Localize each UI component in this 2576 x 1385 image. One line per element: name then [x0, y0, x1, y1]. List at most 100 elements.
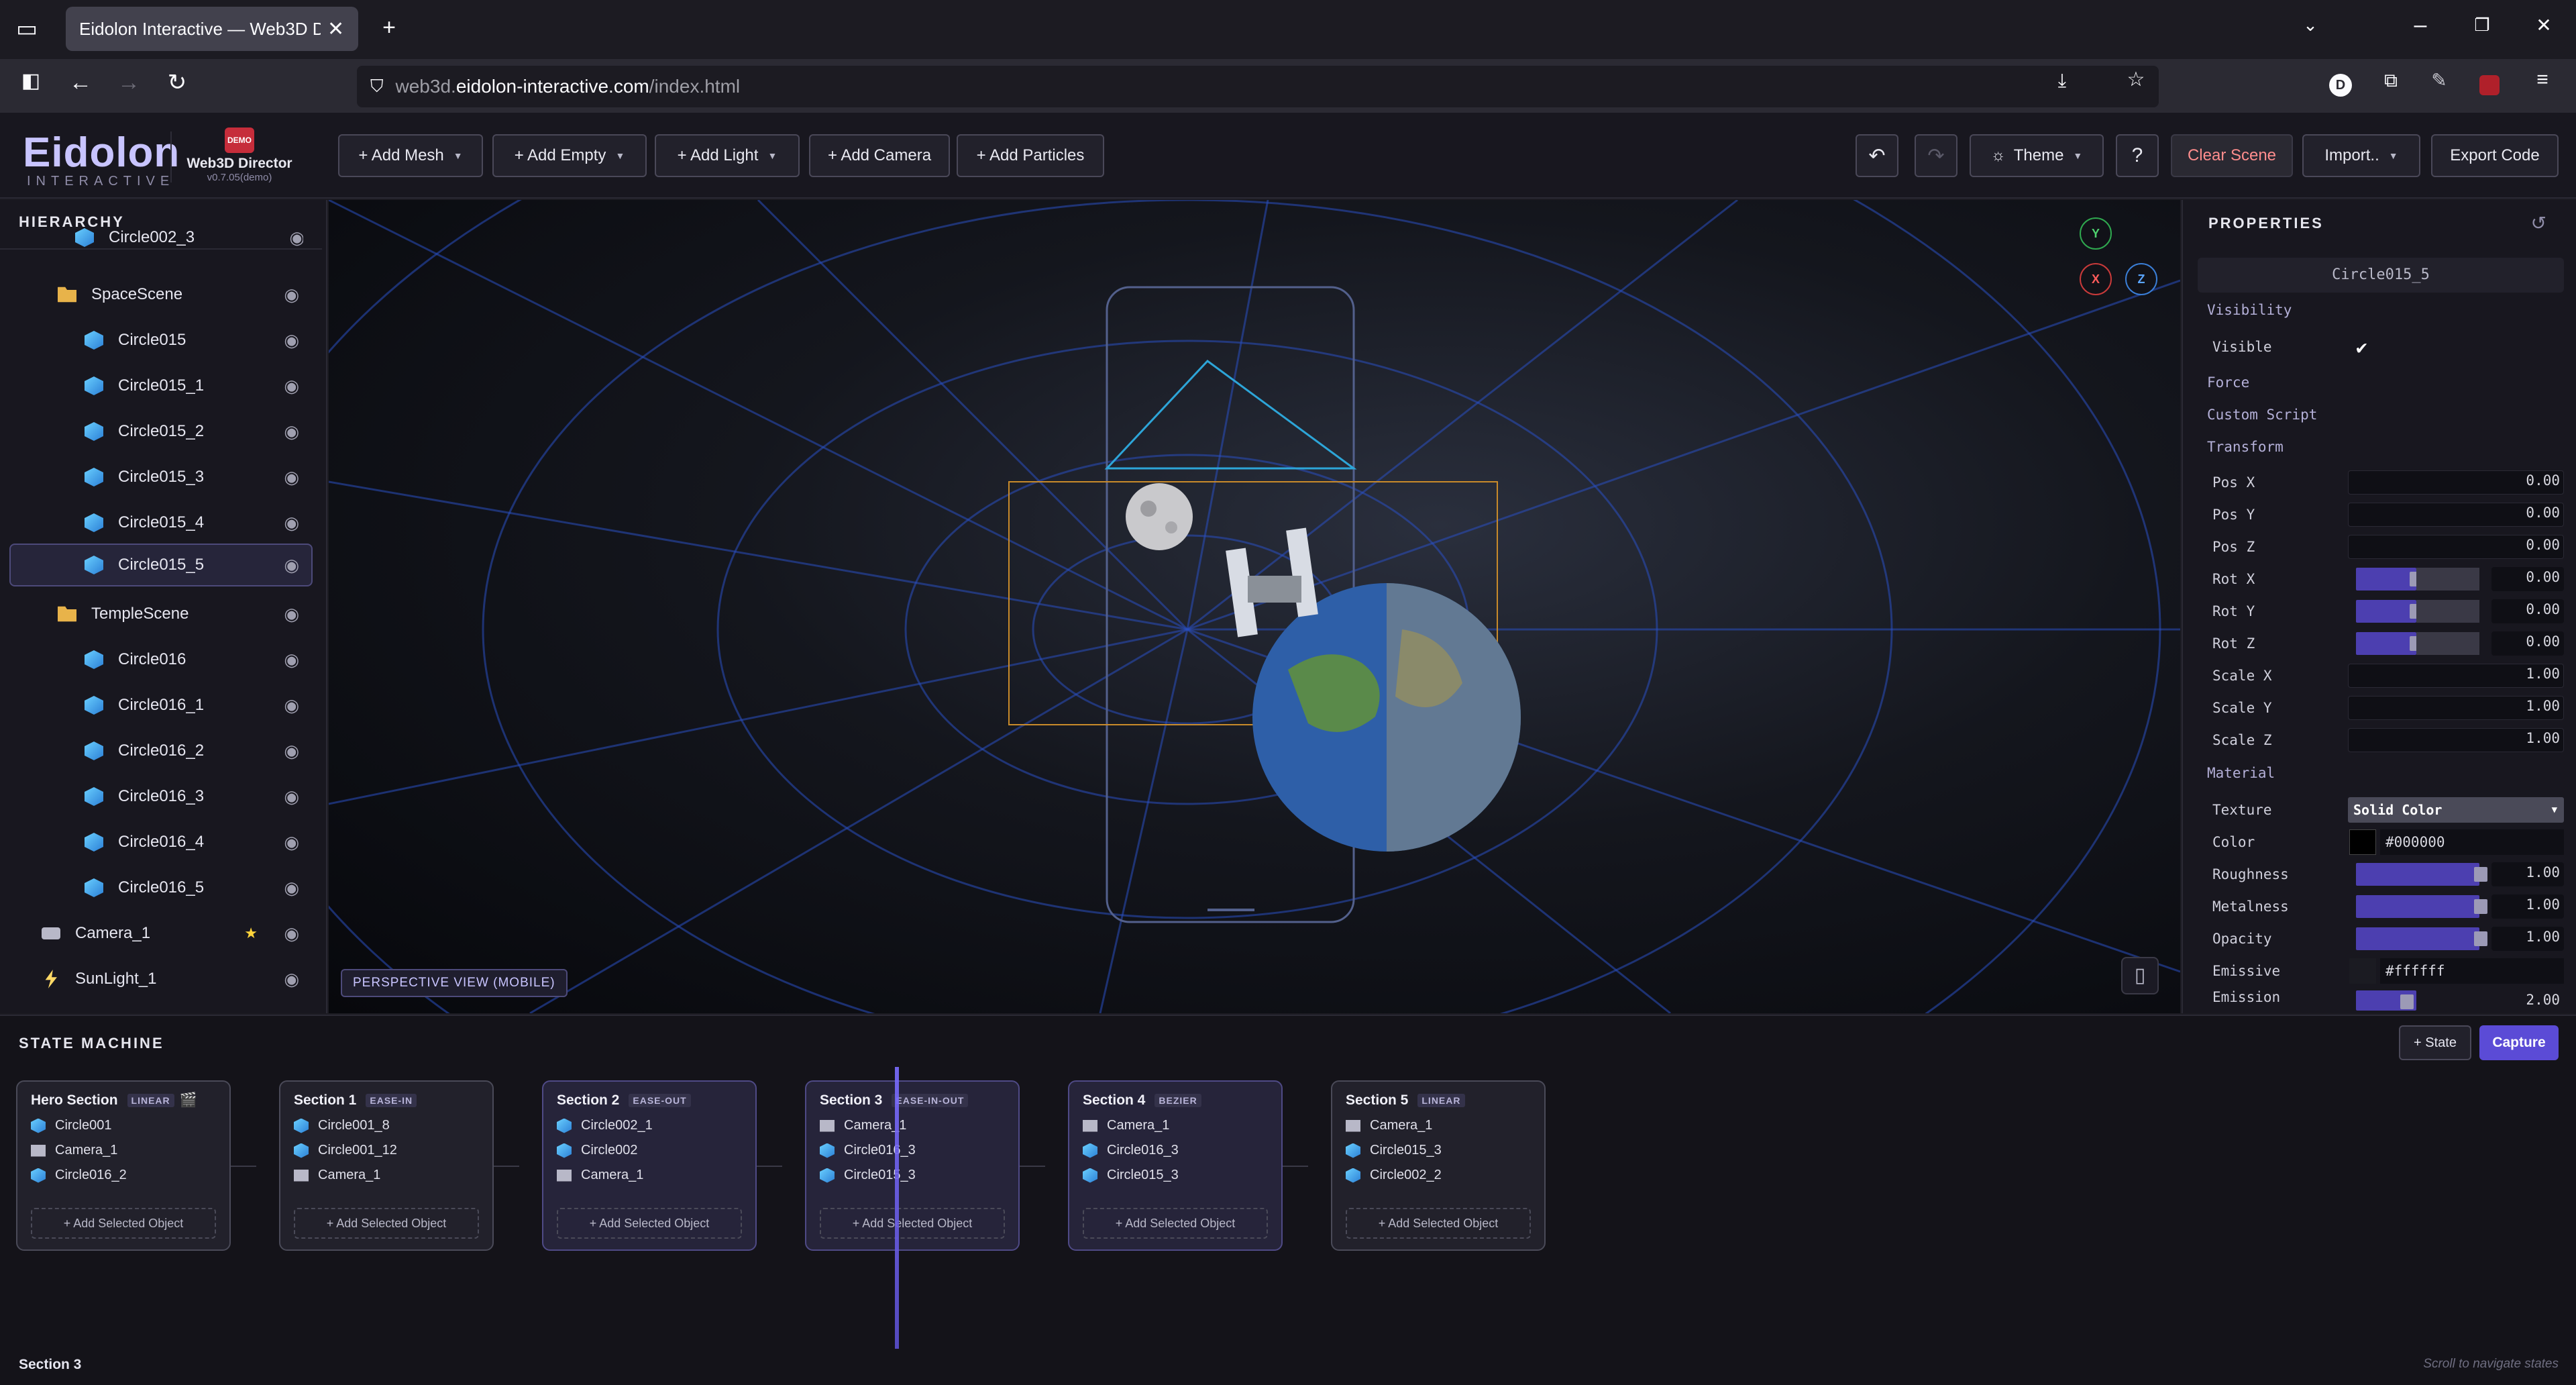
menu-icon[interactable]: ≡ — [2526, 70, 2559, 90]
eye-icon[interactable]: ◉ — [284, 741, 299, 762]
add-selected-object-button[interactable]: + Add Selected Object — [31, 1208, 216, 1239]
visible-checkbox[interactable]: ✔ — [2356, 336, 2367, 358]
import-button[interactable]: Import.. ▼ — [2302, 134, 2420, 177]
state-card-hero-section[interactable]: Hero Section LINEAR 🎬 Circle001 Camera_1 C… — [16, 1080, 231, 1251]
mobile-view-toggle[interactable]: ▯ — [2121, 957, 2159, 994]
hierarchy-item[interactable]: Circle002_3 ◉ — [75, 228, 303, 247]
color-hex-input[interactable]: #000000 — [2380, 829, 2564, 855]
add-light-button[interactable]: + Add Light ▼ — [655, 134, 800, 177]
force-section[interactable]: Force — [2207, 374, 2249, 391]
back-icon[interactable]: ← — [64, 71, 97, 94]
rot-x-slider-track[interactable] — [2416, 568, 2479, 591]
add-selected-object-button[interactable]: + Add Selected Object — [294, 1208, 479, 1239]
hierarchy-item[interactable]: Camera_1 ★ ◉ — [42, 914, 311, 953]
eye-icon[interactable]: ◉ — [284, 330, 299, 351]
hierarchy-item[interactable]: Circle015_2 ◉ — [85, 412, 311, 451]
state-card-section-1[interactable]: Section 1 EASE-IN Circle001_8 Circle001_1… — [279, 1080, 494, 1251]
forward-icon[interactable]: → — [113, 71, 145, 94]
eye-icon[interactable]: ◉ — [289, 228, 303, 247]
hierarchy-item[interactable]: Circle016_3 ◉ — [85, 777, 311, 816]
rot-x-slider[interactable] — [2356, 568, 2423, 591]
eye-icon[interactable]: ◉ — [284, 421, 299, 442]
eye-icon[interactable]: ◉ — [284, 832, 299, 853]
eye-icon[interactable]: ◉ — [284, 923, 299, 944]
eye-icon[interactable]: ◉ — [284, 467, 299, 488]
eye-icon[interactable]: ◉ — [284, 786, 299, 807]
hierarchy-item[interactable]: Circle016_5 ◉ — [85, 868, 311, 907]
redo-button[interactable]: ↷ — [1915, 134, 1957, 177]
state-card-section-2[interactable]: Section 2 EASE-OUT Circle002_1 Circle002 … — [542, 1080, 757, 1251]
help-button[interactable]: ? — [2116, 134, 2159, 177]
rot-z-slider[interactable] — [2356, 632, 2423, 655]
eye-icon[interactable]: ◉ — [284, 513, 299, 533]
export-code-button[interactable]: Export Code — [2431, 134, 2559, 177]
axis-y-gizmo[interactable]: Y — [2080, 217, 2112, 250]
hierarchy-item[interactable]: Circle015_3 ◉ — [85, 458, 311, 497]
clear-scene-button[interactable]: Clear Scene — [2171, 134, 2293, 177]
hierarchy-item[interactable]: Circle016_2 ◉ — [85, 731, 311, 770]
add-selected-object-button[interactable]: + Add Selected Object — [1083, 1208, 1268, 1239]
browser-tab-active[interactable]: Eidolon Interactive — Web3D Direc ✕ — [66, 7, 358, 51]
custom-script-section[interactable]: Custom Script — [2207, 407, 2317, 423]
bookmark-star-icon[interactable]: ☆ — [2120, 70, 2152, 90]
star-icon[interactable]: ★ — [244, 925, 258, 942]
emission-slider-knob[interactable] — [2400, 994, 2414, 1009]
state-card-section-5[interactable]: Section 5 LINEAR Camera_1 Circle015_3 Cir… — [1331, 1080, 1546, 1251]
download-icon[interactable]: ⤓ — [2046, 71, 2078, 90]
state-card-section-3[interactable]: Section 3 EASE-IN-OUT Camera_1 Circle016_… — [805, 1080, 1020, 1251]
emission-slider[interactable] — [2356, 990, 2416, 1011]
roughness-slider[interactable] — [2356, 863, 2487, 886]
eye-icon[interactable]: ◉ — [284, 695, 299, 716]
hierarchy-item[interactable]: Circle016_1 ◉ — [85, 686, 311, 725]
emissive-hex-input[interactable]: #ffffff — [2380, 958, 2564, 984]
add-state-button[interactable]: + State — [2399, 1025, 2471, 1060]
state-card-section-4[interactable]: Section 4 BEZIER Camera_1 Circle016_3 Cir… — [1068, 1080, 1283, 1251]
hierarchy-item[interactable]: TempleScene ◉ — [58, 595, 311, 633]
add-selected-object-button[interactable]: + Add Selected Object — [1346, 1208, 1531, 1239]
list-tabs-icon[interactable]: ⌄ — [2294, 16, 2326, 34]
transform-section[interactable]: Transform — [2207, 439, 2284, 455]
eye-icon[interactable]: ◉ — [284, 285, 299, 305]
eye-icon[interactable]: ◉ — [284, 376, 299, 397]
reset-icon[interactable]: ↺ — [2531, 212, 2546, 234]
eye-icon[interactable]: ◉ — [284, 604, 299, 625]
new-tab-icon[interactable]: + — [373, 16, 405, 39]
axis-z-gizmo[interactable]: Z — [2125, 263, 2157, 295]
rot-z-slider-track[interactable] — [2416, 632, 2479, 655]
sidebar-toggle-icon[interactable]: ◧ — [15, 71, 47, 91]
opacity-slider[interactable] — [2356, 927, 2487, 950]
hierarchy-item[interactable]: Circle016_4 ◉ — [85, 823, 311, 862]
hierarchy-item[interactable]: SpaceScene ◉ — [58, 275, 311, 314]
theme-button[interactable]: ☼ Theme ▼ — [1970, 134, 2104, 177]
hierarchy-item[interactable]: Circle016 ◉ — [85, 640, 311, 679]
add-selected-object-button[interactable]: + Add Selected Object — [557, 1208, 742, 1239]
reload-icon[interactable]: ↻ — [161, 71, 193, 94]
minimize-icon[interactable]: – — [2404, 13, 2436, 36]
close-tab-icon[interactable]: ✕ — [327, 17, 344, 41]
hierarchy-item-selected[interactable]: Circle015_5 ◉ — [9, 544, 313, 586]
rot-y-slider[interactable] — [2356, 600, 2423, 623]
pen-extension-icon[interactable]: ✎ — [2423, 71, 2455, 90]
metalness-slider[interactable] — [2356, 895, 2487, 918]
hierarchy-item[interactable]: Circle015_1 ◉ — [85, 366, 311, 405]
eye-icon[interactable]: ◉ — [284, 555, 299, 576]
tab-overview-icon[interactable]: ▭ — [11, 17, 43, 40]
account-avatar-icon[interactable]: D — [2329, 74, 2352, 97]
axis-x-gizmo[interactable]: X — [2080, 263, 2112, 295]
url-bar[interactable]: ⛉ web3d.eidolon-interactive.com/index.ht… — [357, 66, 2159, 107]
3d-viewport[interactable]: Y X Z ▯ — [329, 200, 2180, 1013]
rot-y-slider-track[interactable] — [2416, 600, 2479, 623]
site-security-icon[interactable]: ⛉ — [370, 76, 384, 97]
eye-icon[interactable]: ◉ — [284, 650, 299, 670]
hierarchy-item[interactable]: SunLight_1 ◉ — [42, 960, 311, 998]
texture-select[interactable]: Solid Color ▼ — [2348, 797, 2564, 823]
emissive-swatch[interactable] — [2349, 958, 2376, 984]
add-camera-button[interactable]: + Add Camera — [809, 134, 950, 177]
timeline-playhead[interactable] — [895, 1067, 899, 1349]
add-selected-object-button[interactable]: + Add Selected Object — [820, 1208, 1005, 1239]
extensions-icon[interactable]: ⧉ — [2375, 71, 2407, 90]
color-swatch[interactable] — [2349, 829, 2376, 855]
undo-button[interactable]: ↶ — [1856, 134, 1898, 177]
material-section[interactable]: Material — [2207, 765, 2275, 781]
eye-icon[interactable]: ◉ — [284, 969, 299, 990]
